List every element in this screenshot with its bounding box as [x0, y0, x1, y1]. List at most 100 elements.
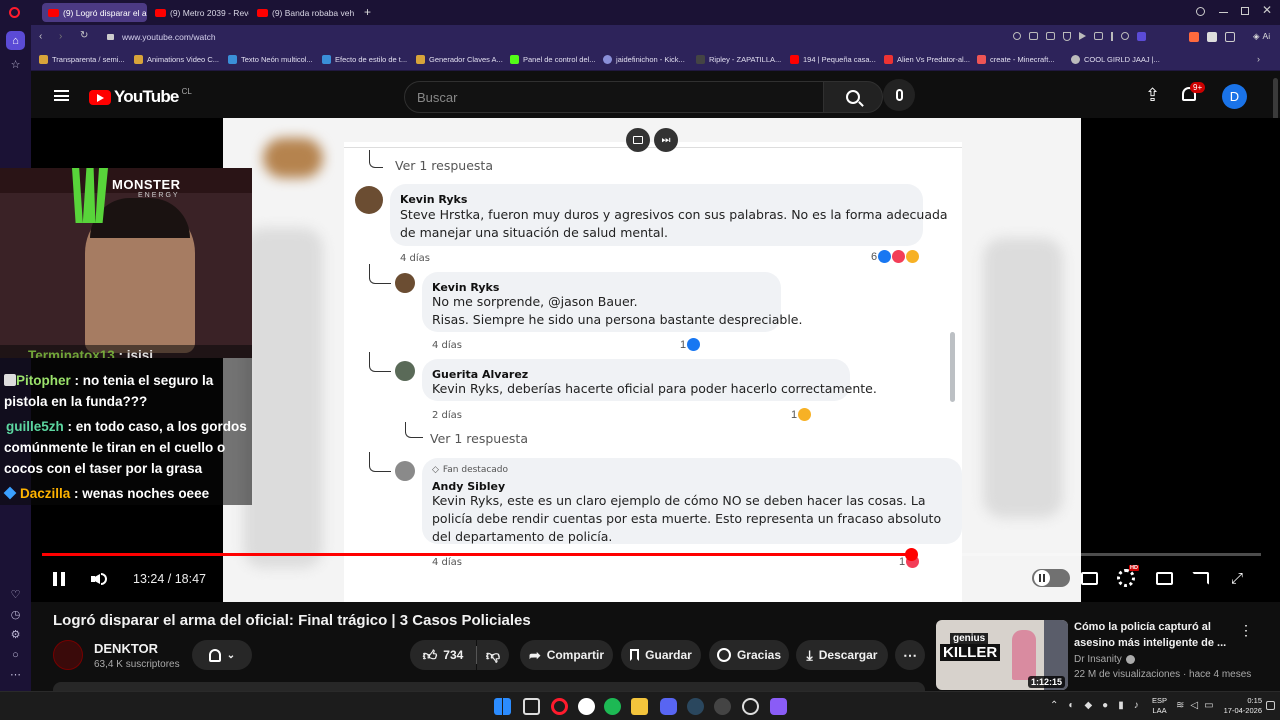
- reload-icon[interactable]: ↻: [80, 30, 88, 41]
- bookmark-item[interactable]: 194 | Pequeña casa...: [790, 55, 876, 64]
- clock[interactable]: 0:15 17-04-2026: [1212, 696, 1262, 716]
- search-icon[interactable]: [1013, 32, 1021, 40]
- reaction-count[interactable]: 1: [791, 408, 812, 421]
- share-icon[interactable]: [1094, 32, 1103, 40]
- forward-arrow-icon[interactable]: ›: [59, 31, 62, 42]
- browser-tab-2[interactable]: (9) Metro 2039 - Reveal Tr: [149, 3, 249, 22]
- search-tabs-icon[interactable]: [1196, 7, 1205, 16]
- subtitles-button[interactable]: [1081, 572, 1098, 585]
- voice-search-button[interactable]: [883, 79, 915, 111]
- video-progress-bar[interactable]: [42, 548, 1261, 561]
- more-icon[interactable]: ⋯: [6, 665, 25, 684]
- view-replies-link[interactable]: Ver 1 respuesta: [430, 431, 528, 446]
- autoplay-toggle[interactable]: [1032, 569, 1070, 587]
- close-window-button[interactable]: ✕: [1262, 3, 1272, 17]
- dislike-button[interactable]: 👎︎: [477, 640, 509, 670]
- app-icon[interactable]: [770, 698, 787, 715]
- extension-puzzle-icon[interactable]: [1225, 32, 1235, 42]
- pause-button[interactable]: [53, 572, 65, 586]
- view-replies-link[interactable]: Ver 1 respuesta: [395, 158, 493, 173]
- bookmark-item[interactable]: Ripley - ZAPATILLA...: [696, 55, 781, 64]
- bookmark-item[interactable]: Transparenta / semi...: [39, 55, 125, 64]
- task-view-icon[interactable]: [523, 698, 540, 715]
- browser-tab-1[interactable]: (9) Logró disparar el ar: [42, 3, 147, 22]
- history-icon[interactable]: ◷: [6, 605, 25, 624]
- extension-icon[interactable]: [1207, 32, 1217, 42]
- reaction-count[interactable]: 1: [680, 338, 701, 351]
- bookmark-item[interactable]: Alien Vs Predator-al...: [884, 55, 970, 64]
- like-button[interactable]: 👍︎ 734: [410, 640, 476, 670]
- extension-icon[interactable]: [1189, 32, 1199, 42]
- skip-next-icon[interactable]: ⏭: [654, 128, 678, 152]
- avatar[interactable]: D: [1222, 84, 1247, 109]
- search-button[interactable]: [823, 81, 883, 113]
- pinboard-icon[interactable]: ☆: [6, 55, 25, 74]
- shield-icon[interactable]: [1063, 32, 1071, 41]
- maximize-window-button[interactable]: [1241, 7, 1249, 15]
- tray-app-icon[interactable]: ●: [1102, 700, 1108, 712]
- tips-lightbulb-icon[interactable]: ○: [6, 645, 25, 664]
- spotify-icon[interactable]: [604, 698, 621, 715]
- home-icon[interactable]: ⌂: [6, 31, 25, 50]
- app-icon[interactable]: [714, 698, 731, 715]
- opera-gx-icon[interactable]: [551, 698, 568, 715]
- fullscreen-button[interactable]: ⤢: [1231, 571, 1243, 586]
- ai-button[interactable]: ◈ Ai: [1253, 31, 1270, 42]
- more-actions-button[interactable]: ⋯: [895, 640, 925, 670]
- camera-icon[interactable]: [1046, 32, 1055, 40]
- bookmark-item[interactable]: create - Minecraft...: [977, 55, 1055, 64]
- vpn-icon[interactable]: [1137, 32, 1146, 41]
- player-icon[interactable]: [1079, 32, 1086, 40]
- opera-logo-icon[interactable]: [9, 7, 20, 18]
- save-button[interactable]: Guardar: [621, 640, 701, 670]
- youtube-logo[interactable]: YouTube CL: [89, 87, 192, 107]
- recommended-video[interactable]: genius KILLER 1:12:15 Cómo la policía ca…: [936, 620, 1256, 692]
- upload-icon[interactable]: ⇪: [1145, 86, 1160, 104]
- tray-app-icon[interactable]: ◐: [1068, 700, 1074, 712]
- bookmark-item[interactable]: jaidefinichon - Kick...: [603, 55, 685, 64]
- thanks-button[interactable]: Gracias: [709, 640, 789, 670]
- microphone-icon[interactable]: ♪: [1134, 700, 1139, 712]
- theater-mode-button[interactable]: [1156, 572, 1173, 585]
- url-field[interactable]: www.youtube.com/watch: [122, 32, 216, 42]
- bookmark-item[interactable]: Texto Neón multicol...: [228, 55, 313, 64]
- channel-name[interactable]: DENKTOR: [94, 641, 158, 656]
- download-icon[interactable]: [1111, 32, 1113, 41]
- bookmark-item[interactable]: Efecto de estilo de t...: [322, 55, 407, 64]
- keyboard-language[interactable]: ESP LAA: [1152, 696, 1167, 716]
- steam-icon[interactable]: [687, 698, 704, 715]
- back-arrow-icon[interactable]: ‹: [39, 31, 42, 42]
- obs-icon[interactable]: [742, 698, 759, 715]
- bookmarks-more-icon[interactable]: ›: [1257, 54, 1260, 64]
- cast-button[interactable]: [1192, 572, 1209, 585]
- volume-button[interactable]: [91, 570, 111, 588]
- heart-icon[interactable]: [1121, 32, 1129, 40]
- menu-hamburger-icon[interactable]: [54, 90, 69, 101]
- popout-video-icon[interactable]: [626, 128, 650, 152]
- bookmark-item[interactable]: Animations Video C...: [134, 55, 219, 64]
- new-tab-button[interactable]: +: [364, 5, 371, 19]
- subscription-bell-button[interactable]: ⌄: [192, 640, 252, 670]
- download-button[interactable]: ⤓ Descargar: [796, 640, 888, 670]
- tray-app-icon[interactable]: ◆: [1084, 700, 1092, 712]
- lens-icon[interactable]: [1029, 32, 1038, 40]
- reaction-count[interactable]: 6: [871, 250, 920, 263]
- file-explorer-icon[interactable]: [631, 698, 648, 715]
- search-input[interactable]: Buscar: [404, 81, 824, 113]
- browser-tab-3[interactable]: (9) Banda robaba vehículo: [251, 3, 355, 22]
- bookmark-item[interactable]: Generador Claves A...: [416, 55, 503, 64]
- windows-start-icon[interactable]: [494, 698, 511, 715]
- favorites-icon[interactable]: ♡: [6, 585, 25, 604]
- channel-avatar[interactable]: [53, 640, 83, 670]
- chevron-up-icon[interactable]: ⌃: [1050, 700, 1058, 712]
- bookmark-item[interactable]: Panel de control del...: [510, 55, 596, 64]
- settings-gear-icon[interactable]: ⚙: [6, 625, 25, 644]
- minimize-window-button[interactable]: [1219, 12, 1228, 13]
- recommended-more-icon[interactable]: ⋮: [1239, 622, 1253, 639]
- network-icons[interactable]: ≋ ◁ ▭: [1176, 700, 1214, 711]
- notifications-button[interactable]: 9+: [1180, 82, 1206, 105]
- bookmark-item[interactable]: COOL GIRLD JAAJ |...: [1071, 55, 1160, 64]
- notification-center-icon[interactable]: [1266, 701, 1275, 710]
- tray-app-icon[interactable]: ▮: [1118, 700, 1124, 712]
- settings-gear-icon[interactable]: HD: [1117, 565, 1139, 587]
